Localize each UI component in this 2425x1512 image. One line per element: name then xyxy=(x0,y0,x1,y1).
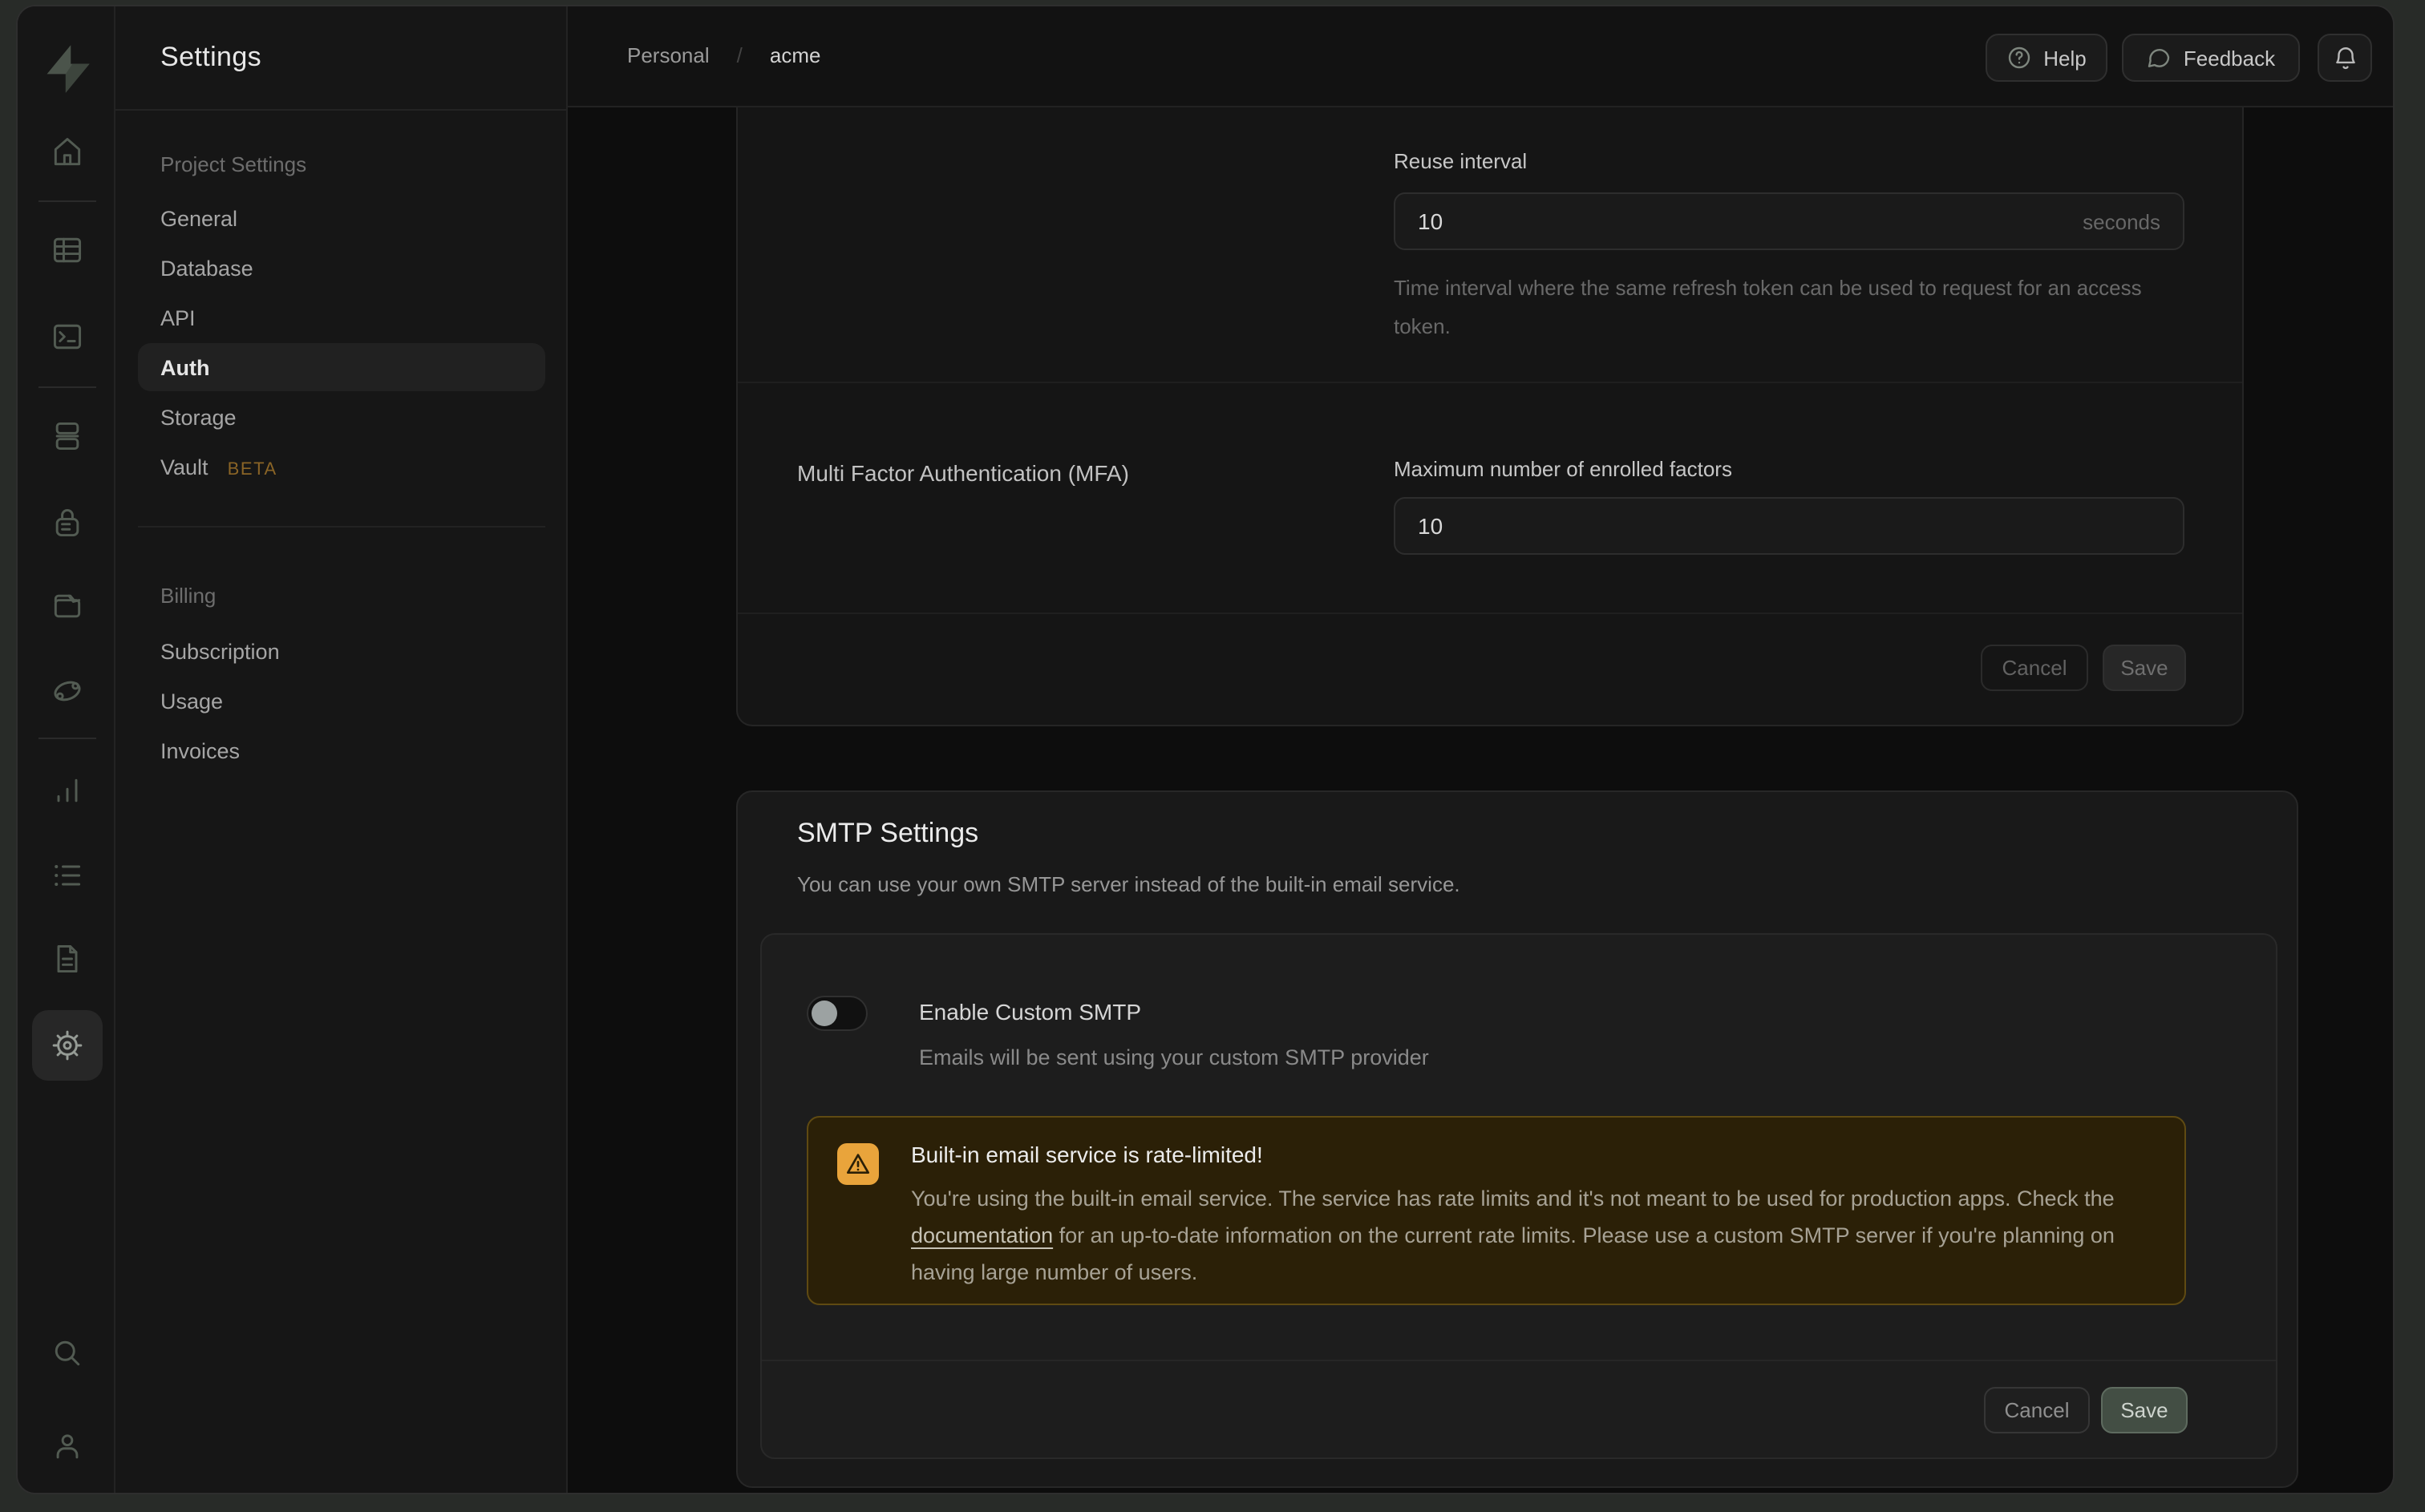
reuse-interval-value[interactable] xyxy=(1418,208,2083,234)
billing-section-label: Billing xyxy=(160,584,216,608)
sidebar-item-subscription[interactable]: Subscription xyxy=(160,640,280,664)
sidebar-item-vault[interactable]: Vault BETA xyxy=(160,455,277,479)
top-header: Personal / acme Help Feedback xyxy=(568,6,2395,107)
breadcrumb: Personal / acme xyxy=(627,43,820,67)
enable-custom-smtp-desc: Emails will be sent using your custom SM… xyxy=(919,1045,1429,1069)
reuse-interval-help: Time interval where the same refresh tok… xyxy=(1394,269,2204,346)
help-button[interactable]: Help xyxy=(1986,34,2107,82)
smtp-footer-divider xyxy=(762,1360,2276,1361)
sidebar-item-api[interactable]: API xyxy=(160,306,196,330)
sidebar-item-invoices[interactable]: Invoices xyxy=(160,739,240,763)
warning-title: Built-in email service is rate-limited! xyxy=(911,1142,1263,1167)
smtp-save-button[interactable]: Save xyxy=(2101,1387,2188,1433)
warning-body-pre: You're using the built-in email service.… xyxy=(911,1187,2115,1211)
reports-icon[interactable] xyxy=(48,771,87,810)
icon-rail xyxy=(18,6,115,1493)
rate-limit-warning: Built-in email service is rate-limited! … xyxy=(807,1116,2186,1305)
main-content: Reuse interval seconds Time interval whe… xyxy=(568,107,2395,1494)
smtp-cancel-button[interactable]: Cancel xyxy=(1984,1387,2090,1433)
auth-save-button[interactable]: Save xyxy=(2103,645,2186,691)
sql-editor-icon[interactable] xyxy=(48,317,87,356)
search-icon[interactable] xyxy=(48,1334,87,1373)
sidebar-section-divider xyxy=(138,526,545,528)
feedback-button-label: Feedback xyxy=(2184,46,2275,70)
feedback-button[interactable]: Feedback xyxy=(2122,34,2300,82)
warning-triangle-icon xyxy=(837,1143,879,1185)
reuse-interval-input[interactable]: seconds xyxy=(1394,192,2184,250)
sidebar-item-usage[interactable]: Usage xyxy=(160,689,223,714)
app-window: Settings Project Settings General Databa… xyxy=(16,5,2395,1494)
database-icon[interactable] xyxy=(48,417,87,455)
sidebar-item-database[interactable]: Database xyxy=(160,257,253,281)
reuse-interval-label: Reuse interval xyxy=(1394,149,1527,173)
auth-lock-icon[interactable] xyxy=(48,503,87,542)
sidebar-item-general[interactable]: General xyxy=(160,207,237,231)
auth-settings-card: Reuse interval seconds Time interval whe… xyxy=(736,107,2244,726)
mfa-section-label: Multi Factor Authentication (MFA) xyxy=(797,460,1129,486)
supabase-logo-icon[interactable] xyxy=(40,42,95,96)
help-button-label: Help xyxy=(2043,46,2087,70)
sidebar-item-storage[interactable]: Storage xyxy=(160,406,237,430)
smtp-subtitle: You can use your own SMTP server instead… xyxy=(797,872,1460,896)
table-editor-icon[interactable] xyxy=(48,231,87,269)
sidebar-header-divider xyxy=(115,109,568,111)
reuse-interval-unit: seconds xyxy=(2083,209,2160,233)
mfa-input[interactable] xyxy=(1394,497,2184,555)
storage-icon[interactable] xyxy=(48,587,87,625)
sidebar-item-auth[interactable]: Auth xyxy=(160,356,210,380)
help-circle-icon xyxy=(2006,45,2032,71)
toggle-knob xyxy=(812,1001,837,1026)
warning-body: You're using the built-in email service.… xyxy=(911,1180,2165,1291)
smtp-form-panel: Enable Custom SMTP Emails will be sent u… xyxy=(760,933,2277,1459)
enable-custom-smtp-toggle[interactable] xyxy=(807,996,868,1031)
desktop: Settings Project Settings General Databa… xyxy=(0,0,2425,1512)
card-row-divider xyxy=(738,382,2242,383)
beta-badge: BETA xyxy=(228,460,277,479)
card-footer-divider xyxy=(738,612,2242,614)
breadcrumb-separator: / xyxy=(737,43,743,67)
smtp-title: SMTP Settings xyxy=(797,818,978,850)
bell-icon xyxy=(2331,44,2358,71)
project-settings-section-label: Project Settings xyxy=(160,152,306,176)
settings-gear-icon[interactable] xyxy=(48,1026,87,1065)
enable-custom-smtp-label: Enable Custom SMTP xyxy=(919,999,1141,1025)
auth-cancel-button[interactable]: Cancel xyxy=(1981,645,2088,691)
user-icon[interactable] xyxy=(48,1427,87,1466)
docs-icon[interactable] xyxy=(48,940,87,978)
rail-divider xyxy=(38,738,96,739)
chat-bubble-icon xyxy=(2147,45,2172,71)
rail-divider xyxy=(38,200,96,202)
mfa-field-label: Maximum number of enrolled factors xyxy=(1394,457,1732,481)
vault-label: Vault xyxy=(160,455,208,479)
home-icon[interactable] xyxy=(48,133,87,172)
settings-sidebar: Settings Project Settings General Databa… xyxy=(115,6,568,1493)
mfa-value[interactable] xyxy=(1418,513,2160,539)
logs-icon[interactable] xyxy=(48,856,87,895)
warning-body-post: for an up-to-date information on the cur… xyxy=(911,1223,2115,1284)
smtp-settings-card: SMTP Settings You can use your own SMTP … xyxy=(736,790,2298,1488)
edge-functions-icon[interactable] xyxy=(48,672,87,710)
rail-divider xyxy=(38,386,96,388)
page-title: Settings xyxy=(160,42,261,74)
breadcrumb-project[interactable]: acme xyxy=(770,43,821,67)
documentation-link[interactable]: documentation xyxy=(911,1223,1053,1247)
breadcrumb-org[interactable]: Personal xyxy=(627,43,710,67)
notifications-button[interactable] xyxy=(2318,34,2372,82)
